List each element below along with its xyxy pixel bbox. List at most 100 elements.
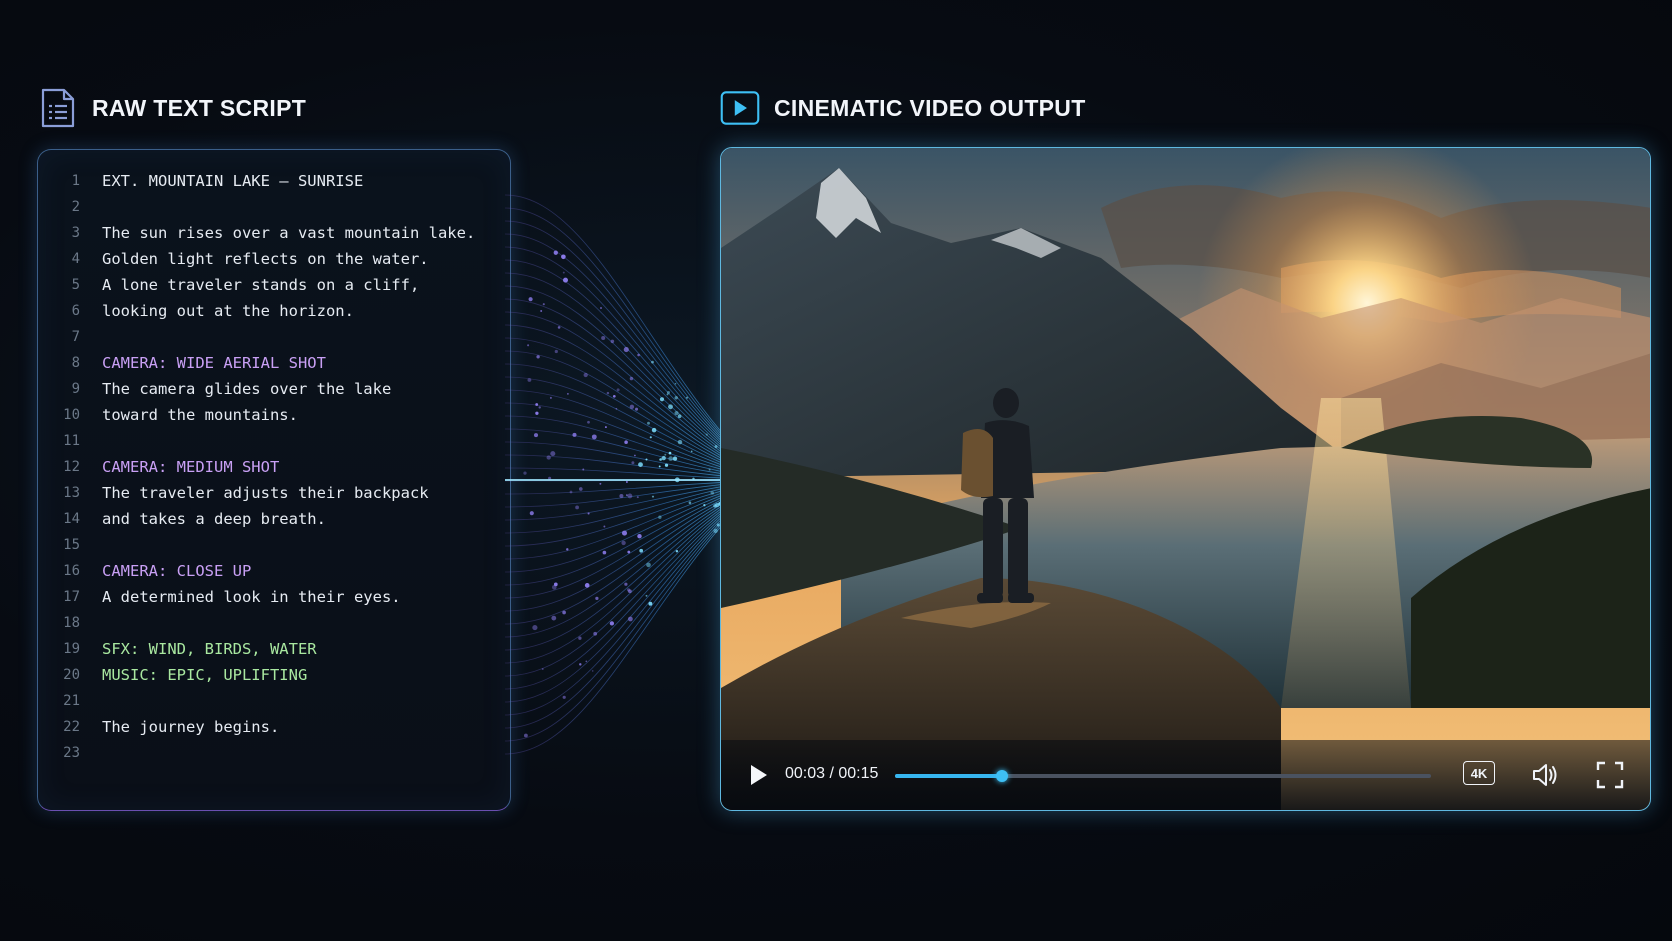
flow-particle <box>550 451 556 457</box>
flow-particle <box>585 660 588 663</box>
flow-particle <box>615 408 618 410</box>
flow-particle <box>595 596 599 601</box>
flow-particle <box>582 468 585 471</box>
video-player[interactable]: 00:03 / 00:15 4K <box>720 147 1651 811</box>
volume-button[interactable] <box>1529 758 1563 792</box>
flow-particle <box>609 621 615 626</box>
line-number: 23 <box>63 745 80 761</box>
line-text: The camera glides over the lake <box>102 380 392 398</box>
line-number: 14 <box>63 511 80 527</box>
flow-particle <box>659 397 665 402</box>
flow-particle <box>546 455 551 460</box>
flow-particle <box>715 503 720 508</box>
line-text: CAMERA: WIDE AERIAL SHOT <box>102 354 326 372</box>
line-number: 12 <box>63 459 80 475</box>
script-line: 23 <box>38 740 510 766</box>
script-line: 17 A determined look in their eyes. <box>38 584 510 610</box>
flow-particle <box>627 493 633 499</box>
flow-particle <box>677 414 682 419</box>
flow-particle <box>631 461 635 465</box>
flow-particle <box>606 391 610 395</box>
line-number: 15 <box>63 537 80 553</box>
flow-particle <box>708 468 711 471</box>
line-number: 1 <box>71 173 80 189</box>
flow-particle <box>536 355 540 359</box>
flow-particle <box>535 411 539 415</box>
flow-particle <box>604 426 607 429</box>
script-line: 1 EXT. MOUNTAIN LAKE – SUNRISE <box>38 168 510 194</box>
flow-particle <box>646 562 651 568</box>
flow-particle <box>579 663 582 666</box>
flow-particle <box>703 504 706 507</box>
flow-particle <box>621 540 626 546</box>
script-panel-title: RAW TEXT SCRIPT <box>38 88 306 128</box>
progress-knob[interactable] <box>996 770 1009 782</box>
flow-particle <box>569 490 573 494</box>
line-number: 18 <box>63 615 80 631</box>
flow-particle <box>623 347 629 353</box>
script-line: 4 Golden light reflects on the water. <box>38 246 510 272</box>
line-text: The sun rises over a vast mountain lake. <box>102 224 476 242</box>
script-editor[interactable]: 1 EXT. MOUNTAIN LAKE – SUNRISE 2 3 The sun r… <box>37 149 511 811</box>
flow-particle <box>651 427 657 433</box>
flow-particle <box>629 376 634 381</box>
flow-particle <box>533 433 539 438</box>
flow-particle <box>578 636 582 640</box>
flow-particle <box>705 433 708 436</box>
flow-particle <box>688 501 692 504</box>
line-number: 16 <box>63 563 80 579</box>
flow-particle <box>621 530 628 536</box>
flow-particle <box>549 396 552 399</box>
progress-fill <box>895 774 1003 778</box>
flow-particle <box>639 548 644 553</box>
flow-particle <box>628 616 633 622</box>
script-line: 15 <box>38 532 510 558</box>
flow-particle <box>566 548 569 551</box>
script-line: 18 <box>38 610 510 636</box>
quality-button[interactable]: 4K <box>1463 761 1495 785</box>
flow-particle <box>600 307 602 309</box>
flow-particle <box>647 421 650 425</box>
line-number: 20 <box>63 667 80 683</box>
flow-particle <box>553 250 558 255</box>
flow-particle <box>532 625 538 631</box>
line-number: 6 <box>71 303 80 319</box>
progress-bar[interactable] <box>895 770 1431 782</box>
fullscreen-button[interactable] <box>1593 758 1627 792</box>
flow-particle <box>603 525 606 528</box>
flow-particle <box>672 456 678 461</box>
flow-particle <box>540 310 543 312</box>
line-text: The traveler adjusts their backpack <box>102 484 429 502</box>
line-text: A determined look in their eyes. <box>102 588 401 606</box>
script-line: 3 The sun rises over a vast mountain lake… <box>38 220 510 246</box>
flow-particle <box>634 454 636 457</box>
script-line: 19 SFX: WIND, BIRDS, WATER <box>38 636 510 662</box>
video-panel-title-text: CINEMATIC VIDEO OUTPUT <box>774 94 1086 121</box>
play-icon <box>751 765 767 785</box>
script-line: 16 CAMERA: CLOSE UP <box>38 558 510 584</box>
flow-particle <box>645 458 648 461</box>
play-button[interactable] <box>741 758 775 792</box>
script-line: 8 CAMERA: WIDE AERIAL SHOT <box>38 350 510 376</box>
flow-particle <box>685 396 689 399</box>
flow-particle <box>529 511 534 516</box>
video-panel-title: CINEMATIC VIDEO OUTPUT <box>720 88 1086 128</box>
flow-particle <box>561 254 566 260</box>
playback-time: 00:03 / 00:15 <box>785 765 879 782</box>
flow-particle <box>535 403 539 406</box>
flow-particle <box>668 451 672 455</box>
flow-particle <box>584 583 590 588</box>
flow-particle <box>578 487 583 491</box>
flow-particle <box>575 505 579 510</box>
document-icon <box>38 88 78 128</box>
script-line: 14 and takes a deep breath. <box>38 506 510 532</box>
line-number: 9 <box>71 381 80 397</box>
flow-particle <box>562 271 565 274</box>
flow-particle <box>527 344 530 347</box>
script-line: 11 <box>38 428 510 454</box>
line-text: SFX: WIND, BIRDS, WATER <box>102 640 317 658</box>
line-number: 21 <box>63 693 80 709</box>
flow-particle <box>562 695 566 699</box>
line-number: 3 <box>71 225 80 241</box>
flow-particle <box>551 615 557 621</box>
